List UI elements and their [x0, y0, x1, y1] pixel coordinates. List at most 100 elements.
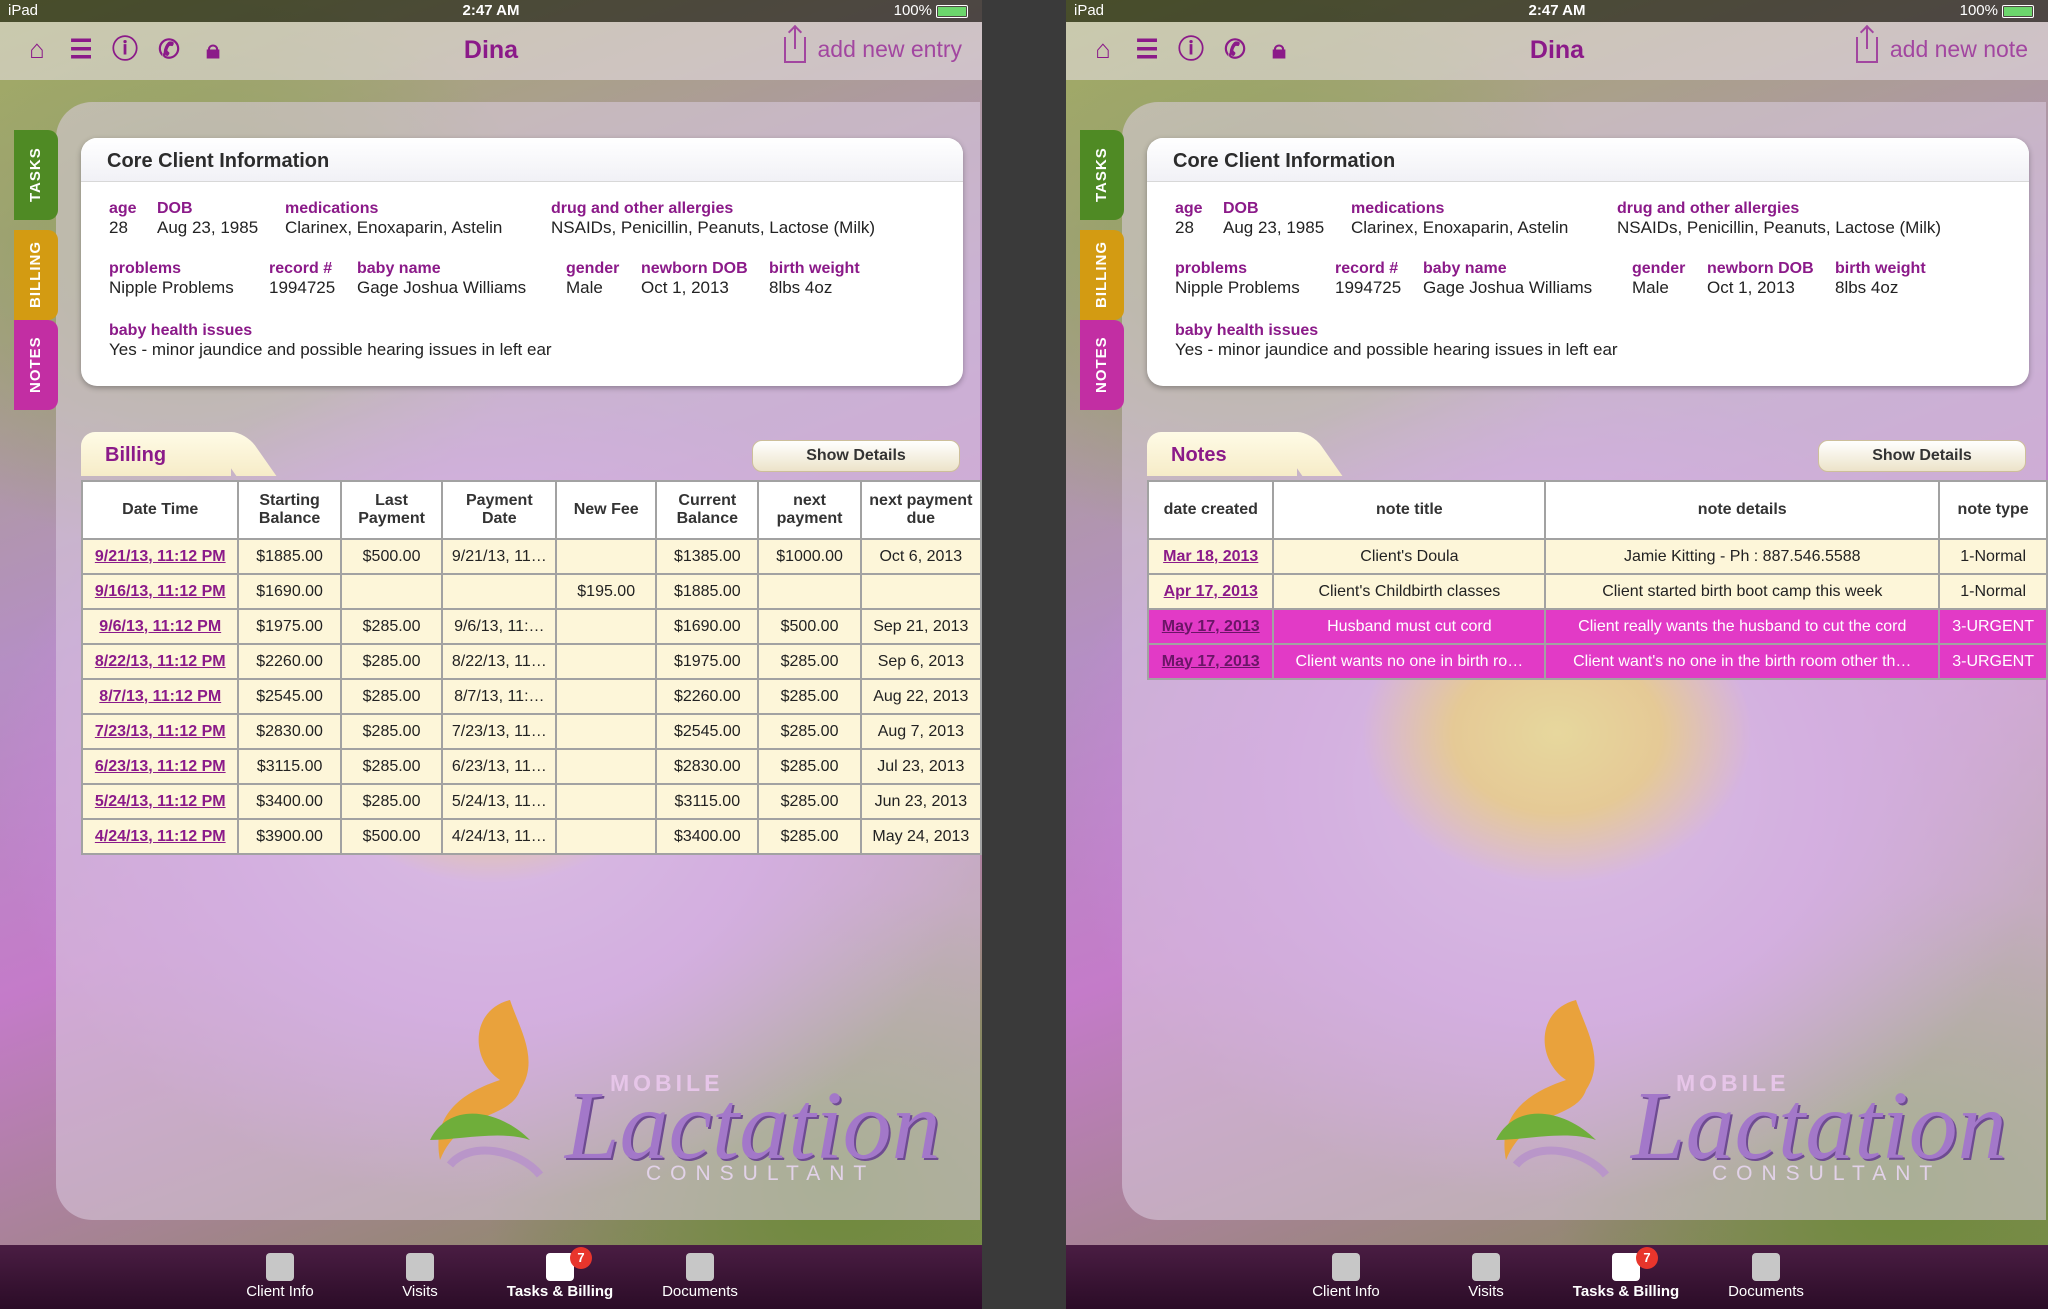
phone-icon[interactable]: ✆ [154, 34, 184, 64]
table-row[interactable]: 8/22/13, 11:12 PM $2260.00 $285.00 8/22/13,… [80, 643, 982, 680]
table-cell: $285.00 [757, 678, 862, 715]
table-cell: 4/24/13, 11… [441, 818, 558, 855]
add-new-button[interactable]: add new note [1855, 26, 2028, 63]
add-new-button[interactable]: add new entry [783, 26, 962, 63]
medical-bag-icon [1472, 1253, 1500, 1281]
cabinet-icon [686, 1253, 714, 1281]
column-header: next payment due [859, 480, 982, 540]
list-icon[interactable]: ☰ [1132, 34, 1162, 64]
table-cell [441, 573, 558, 610]
row-date-link[interactable]: 6/23/13, 11:12 PM [80, 748, 240, 785]
field-problems: problems Nipple Problems [1175, 260, 1300, 297]
add-new-label: add new note [1889, 36, 2028, 62]
table-row[interactable]: Apr 17, 2013 Client's Childbirth classes C… [1146, 573, 2048, 610]
column-header: note title [1272, 480, 1547, 540]
tabbar-documents[interactable]: Documents [1696, 1245, 1836, 1300]
table-row[interactable]: 4/24/13, 11:12 PM $3900.00 $500.00 4/24/13,… [80, 818, 982, 855]
field-allergies: drug and other allergies NSAIDs, Penicill… [551, 200, 876, 237]
table-cell: $285.00 [757, 818, 862, 855]
core-client-card: Core Client Information age 28 DOB Aug 23,… [1147, 138, 2029, 386]
table-cell: Sep 6, 2013 [859, 643, 982, 680]
row-date-link[interactable]: 5/24/13, 11:12 PM [80, 783, 240, 820]
table-cell [555, 538, 658, 575]
table-cell: $1885.00 [237, 538, 342, 575]
row-date-link[interactable]: Mar 18, 2013 [1146, 538, 1275, 575]
table-row[interactable]: 9/6/13, 11:12 PM $1975.00 $285.00 9/6/13, 1… [80, 608, 982, 645]
phone-icon[interactable]: ✆ [1220, 34, 1250, 64]
column-header: Payment Date [441, 480, 558, 540]
field-dob: DOB Aug 23, 1985 [157, 200, 259, 237]
info-icon[interactable]: ⓘ [110, 34, 140, 64]
list-icon[interactable]: ☰ [66, 34, 96, 64]
show-details-button[interactable]: Show Details [1818, 440, 2026, 472]
tab-billing[interactable]: BILLING [14, 230, 58, 320]
table-cell: $285.00 [339, 713, 444, 750]
tabbar-visits[interactable]: Visits [1416, 1245, 1556, 1300]
column-header: note type [1938, 480, 2048, 540]
row-date-link[interactable]: 7/23/13, 11:12 PM [80, 713, 240, 750]
tab-bar: Client Info Visits Tasks & Billing 7 Docu… [0, 1245, 982, 1309]
table-cell [555, 713, 658, 750]
table-row[interactable]: May 17, 2013 Husband must cut cord Client … [1146, 608, 2048, 645]
home-icon[interactable]: ⌂ [22, 34, 52, 64]
tabbar-client-info[interactable]: Client Info [210, 1245, 350, 1300]
table-cell: Aug 7, 2013 [859, 713, 982, 750]
clock: 2:47 AM [462, 2, 520, 19]
table-row[interactable]: 9/16/13, 11:12 PM $1690.00 $195.00 $1885.00 [80, 573, 982, 610]
column-header: New Fee [555, 480, 658, 540]
tab-billing[interactable]: BILLING [1080, 230, 1124, 320]
show-details-button[interactable]: Show Details [752, 440, 960, 472]
row-date-link[interactable]: May 17, 2013 [1146, 643, 1275, 680]
tab-tasks[interactable]: TASKS [1080, 130, 1124, 220]
table-row[interactable]: May 17, 2013 Client wants no one in birth… [1146, 643, 2048, 680]
table-row[interactable]: 5/24/13, 11:12 PM $3400.00 $285.00 5/24/13,… [80, 783, 982, 820]
notes-screen: iPad 2:47 AM 100% ⌂ ☰ ⓘ ✆ 🔒︎ Dina add ne… [1066, 0, 2048, 1309]
lock-icon[interactable]: 🔒︎ [1264, 34, 1294, 64]
battery-icon [936, 4, 968, 18]
row-date-link[interactable]: May 17, 2013 [1146, 608, 1275, 645]
table-cell: 9/21/13, 11… [441, 538, 558, 575]
table-row[interactable]: 8/7/13, 11:12 PM $2545.00 $285.00 8/7/13, 1… [80, 678, 982, 715]
column-header: date created [1146, 480, 1275, 540]
table-row[interactable]: 9/21/13, 11:12 PM $1885.00 $500.00 9/21/13,… [80, 538, 982, 575]
tab-tasks[interactable]: TASKS [14, 130, 58, 220]
table-cell: $3400.00 [237, 783, 342, 820]
field-age: age 28 [1175, 200, 1203, 237]
tabbar-tasks-billing[interactable]: Tasks & Billing 7 [490, 1245, 630, 1300]
tabbar-visits[interactable]: Visits [350, 1245, 490, 1300]
table-row[interactable]: Mar 18, 2013 Client's Doula Jamie Kitting … [1146, 538, 2048, 575]
lock-icon[interactable]: 🔒︎ [198, 34, 228, 64]
column-header: note details [1544, 480, 1941, 540]
row-date-link[interactable]: 8/7/13, 11:12 PM [80, 678, 240, 715]
row-date-link[interactable]: 9/21/13, 11:12 PM [80, 538, 240, 575]
table-row[interactable]: 6/23/13, 11:12 PM $3115.00 $285.00 6/23/13,… [80, 748, 982, 785]
share-icon [783, 26, 806, 63]
tabbar-documents[interactable]: Documents [630, 1245, 770, 1300]
table-cell: Client's Doula [1272, 538, 1547, 575]
row-date-link[interactable]: Apr 17, 2013 [1146, 573, 1275, 610]
medical-bag-icon [406, 1253, 434, 1281]
info-icon[interactable]: ⓘ [1176, 34, 1206, 64]
tabbar-tasks-billing[interactable]: Tasks & Billing 7 [1556, 1245, 1696, 1300]
row-date-link[interactable]: 9/16/13, 11:12 PM [80, 573, 240, 610]
table-cell: $1385.00 [655, 538, 760, 575]
table-cell: $285.00 [757, 713, 862, 750]
row-date-link[interactable]: 4/24/13, 11:12 PM [80, 818, 240, 855]
table-cell: $1690.00 [655, 608, 760, 645]
field-baby-name: baby name Gage Joshua Williams [1423, 260, 1593, 297]
table-cell: $1000.00 [757, 538, 862, 575]
tabbar-client-info[interactable]: Client Info [1276, 1245, 1416, 1300]
table-cell: Jul 23, 2013 [859, 748, 982, 785]
table-cell: $285.00 [339, 643, 444, 680]
home-icon[interactable]: ⌂ [1088, 34, 1118, 64]
tab-notes[interactable]: NOTES [1080, 320, 1124, 410]
battery-label: 100% [1959, 2, 1998, 19]
row-date-link[interactable]: 9/6/13, 11:12 PM [80, 608, 240, 645]
row-date-link[interactable]: 8/22/13, 11:12 PM [80, 643, 240, 680]
table-cell: $500.00 [339, 818, 444, 855]
table-cell: $285.00 [757, 643, 862, 680]
notification-badge: 7 [1636, 1247, 1658, 1269]
table-cell: Jun 23, 2013 [859, 783, 982, 820]
table-row[interactable]: 7/23/13, 11:12 PM $2830.00 $285.00 7/23/13,… [80, 713, 982, 750]
tab-notes[interactable]: NOTES [14, 320, 58, 410]
